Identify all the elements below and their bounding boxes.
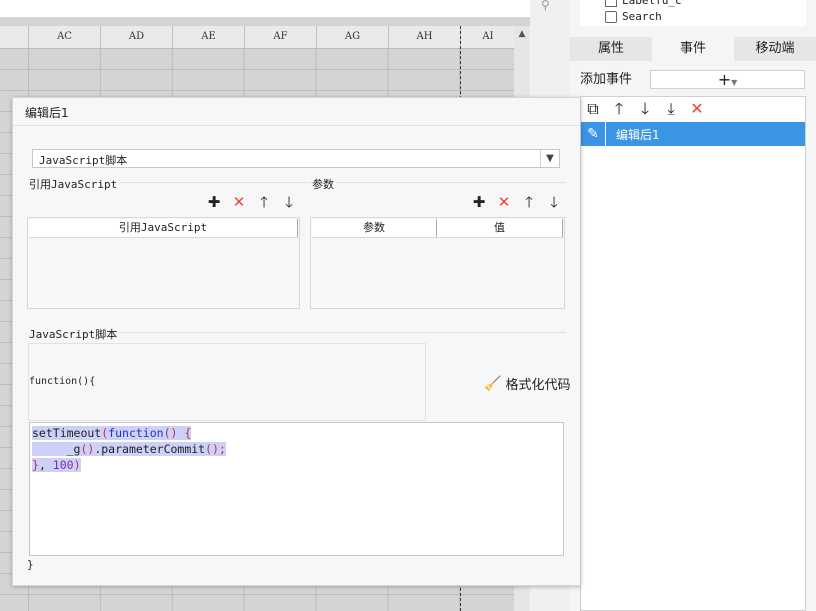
event-name: 编辑后1 [616, 127, 660, 142]
broom-icon: 🧹 [484, 375, 502, 392]
move-down-icon[interactable]: 🡓 [546, 194, 562, 210]
column-header[interactable]: AE [173, 26, 245, 48]
code-token: (); [205, 442, 226, 456]
code-line: }, 100) [32, 458, 81, 472]
column-header-row: AC AD AE AF AG AH AI [0, 26, 514, 49]
chevron-down-icon[interactable]: ▼ [540, 150, 559, 167]
table-header: 引用JavaScript [29, 219, 298, 238]
column-header[interactable]: AG [317, 26, 389, 48]
column-header[interactable]: 值 [437, 219, 563, 237]
code-token: () { [163, 426, 192, 440]
add-icon[interactable]: ✚ [471, 194, 487, 210]
column-header[interactable]: AH [389, 26, 461, 48]
panel-tabs: 属性 事件 移动端 [570, 37, 816, 61]
dropdown-arrow-icon: ▼ [731, 78, 738, 87]
script-type-select[interactable]: JavaScript脚本 ▼ [32, 149, 560, 168]
params-section-label: 参数 [312, 176, 337, 192]
code-token: () [80, 442, 95, 456]
scroll-up-icon[interactable]: ▲ [514, 26, 530, 42]
move-up-icon[interactable]: 🡑 [256, 194, 272, 210]
plus-icon: + [717, 70, 732, 89]
code-editor[interactable]: setTimeout(function() { _g().parameterCo… [29, 422, 564, 556]
move-down-icon[interactable]: 🡓 [637, 100, 653, 118]
tree-item-label: Labelfu_c [622, 0, 682, 7]
column-header[interactable]: AI [461, 26, 515, 48]
dialog-title: 编辑后1 [25, 106, 69, 120]
delete-icon[interactable]: ✕ [496, 194, 512, 210]
script-section-label: JavaScript脚本 [29, 326, 121, 342]
function-open: function(){ [29, 376, 96, 387]
divider [310, 182, 566, 183]
table-header: 参数 值 [312, 219, 563, 238]
move-down-icon[interactable]: 🡓 [281, 194, 297, 210]
tree-item[interactable]: Search [605, 10, 662, 24]
params-toolbar: ✚ ✕ 🡑 🡓 [471, 194, 562, 210]
code-token: function [108, 426, 164, 440]
params-table[interactable]: 参数 值 [310, 217, 565, 309]
code-line: setTimeout(function() { [32, 426, 192, 440]
code-token: } [32, 458, 39, 472]
dialog-title-bar: 编辑后1 [13, 98, 580, 126]
code-token: ) [73, 458, 81, 472]
tree-item[interactable]: Labelfu_c [605, 0, 682, 8]
panel-divider [580, 97, 581, 611]
move-bottom-icon[interactable]: ⤓ [663, 100, 679, 118]
ref-js-toolbar: ✚ ✕ 🡑 🡓 [206, 194, 297, 210]
code-text[interactable]: setTimeout(function() { _g().parameterCo… [32, 425, 226, 473]
event-list [580, 96, 806, 611]
move-up-icon[interactable]: 🡑 [521, 194, 537, 210]
link-icon[interactable]: ⚲ [541, 0, 557, 12]
delete-icon[interactable]: ✕ [231, 194, 247, 210]
tab-properties[interactable]: 属性 [570, 37, 652, 61]
code-token: _g [32, 442, 81, 456]
column-header[interactable]: AC [29, 26, 101, 48]
column-header[interactable]: AD [101, 26, 173, 48]
search-widget-icon [605, 11, 617, 23]
delete-icon[interactable]: ✕ [689, 100, 705, 118]
column-header[interactable]: AF [245, 26, 317, 48]
add-event-button[interactable]: +▼ [650, 70, 805, 89]
add-event-label: 添加事件 [580, 72, 633, 87]
event-toolbar: ⧉ 🡑 🡓 ⤓ ✕ [585, 99, 705, 119]
tab-mobile[interactable]: 移动端 [734, 37, 816, 61]
function-close: } [27, 558, 34, 571]
code-token: 100 [52, 458, 74, 472]
ref-js-table[interactable]: 引用JavaScript [27, 217, 300, 309]
event-list-item[interactable]: ✎ 编辑后1 [581, 122, 805, 146]
code-token: setTimeout [32, 426, 102, 440]
format-code-button[interactable]: 🧹 格式化代码 [484, 374, 571, 394]
code-line: _g().parameterCommit(); [32, 442, 226, 456]
row-header-corner [0, 26, 29, 48]
ref-js-section-label: 引用JavaScript [29, 176, 121, 192]
move-up-icon[interactable]: 🡑 [611, 100, 627, 118]
script-type-value: JavaScript脚本 [39, 154, 128, 167]
code-token: , [38, 458, 53, 472]
copy-icon[interactable]: ⧉ [585, 100, 601, 118]
tab-events[interactable]: 事件 [652, 37, 734, 61]
formula-area [0, 0, 530, 17]
format-code-label: 格式化代码 [505, 378, 571, 393]
column-header[interactable]: 引用JavaScript [29, 219, 298, 237]
code-token: .parameterCommit [94, 442, 206, 456]
label-widget-icon [605, 0, 617, 7]
add-icon[interactable]: ✚ [206, 194, 222, 210]
edit-icon[interactable]: ✎ [581, 122, 606, 146]
column-header[interactable]: 参数 [312, 219, 437, 237]
tree-item-label: Search [622, 10, 662, 23]
